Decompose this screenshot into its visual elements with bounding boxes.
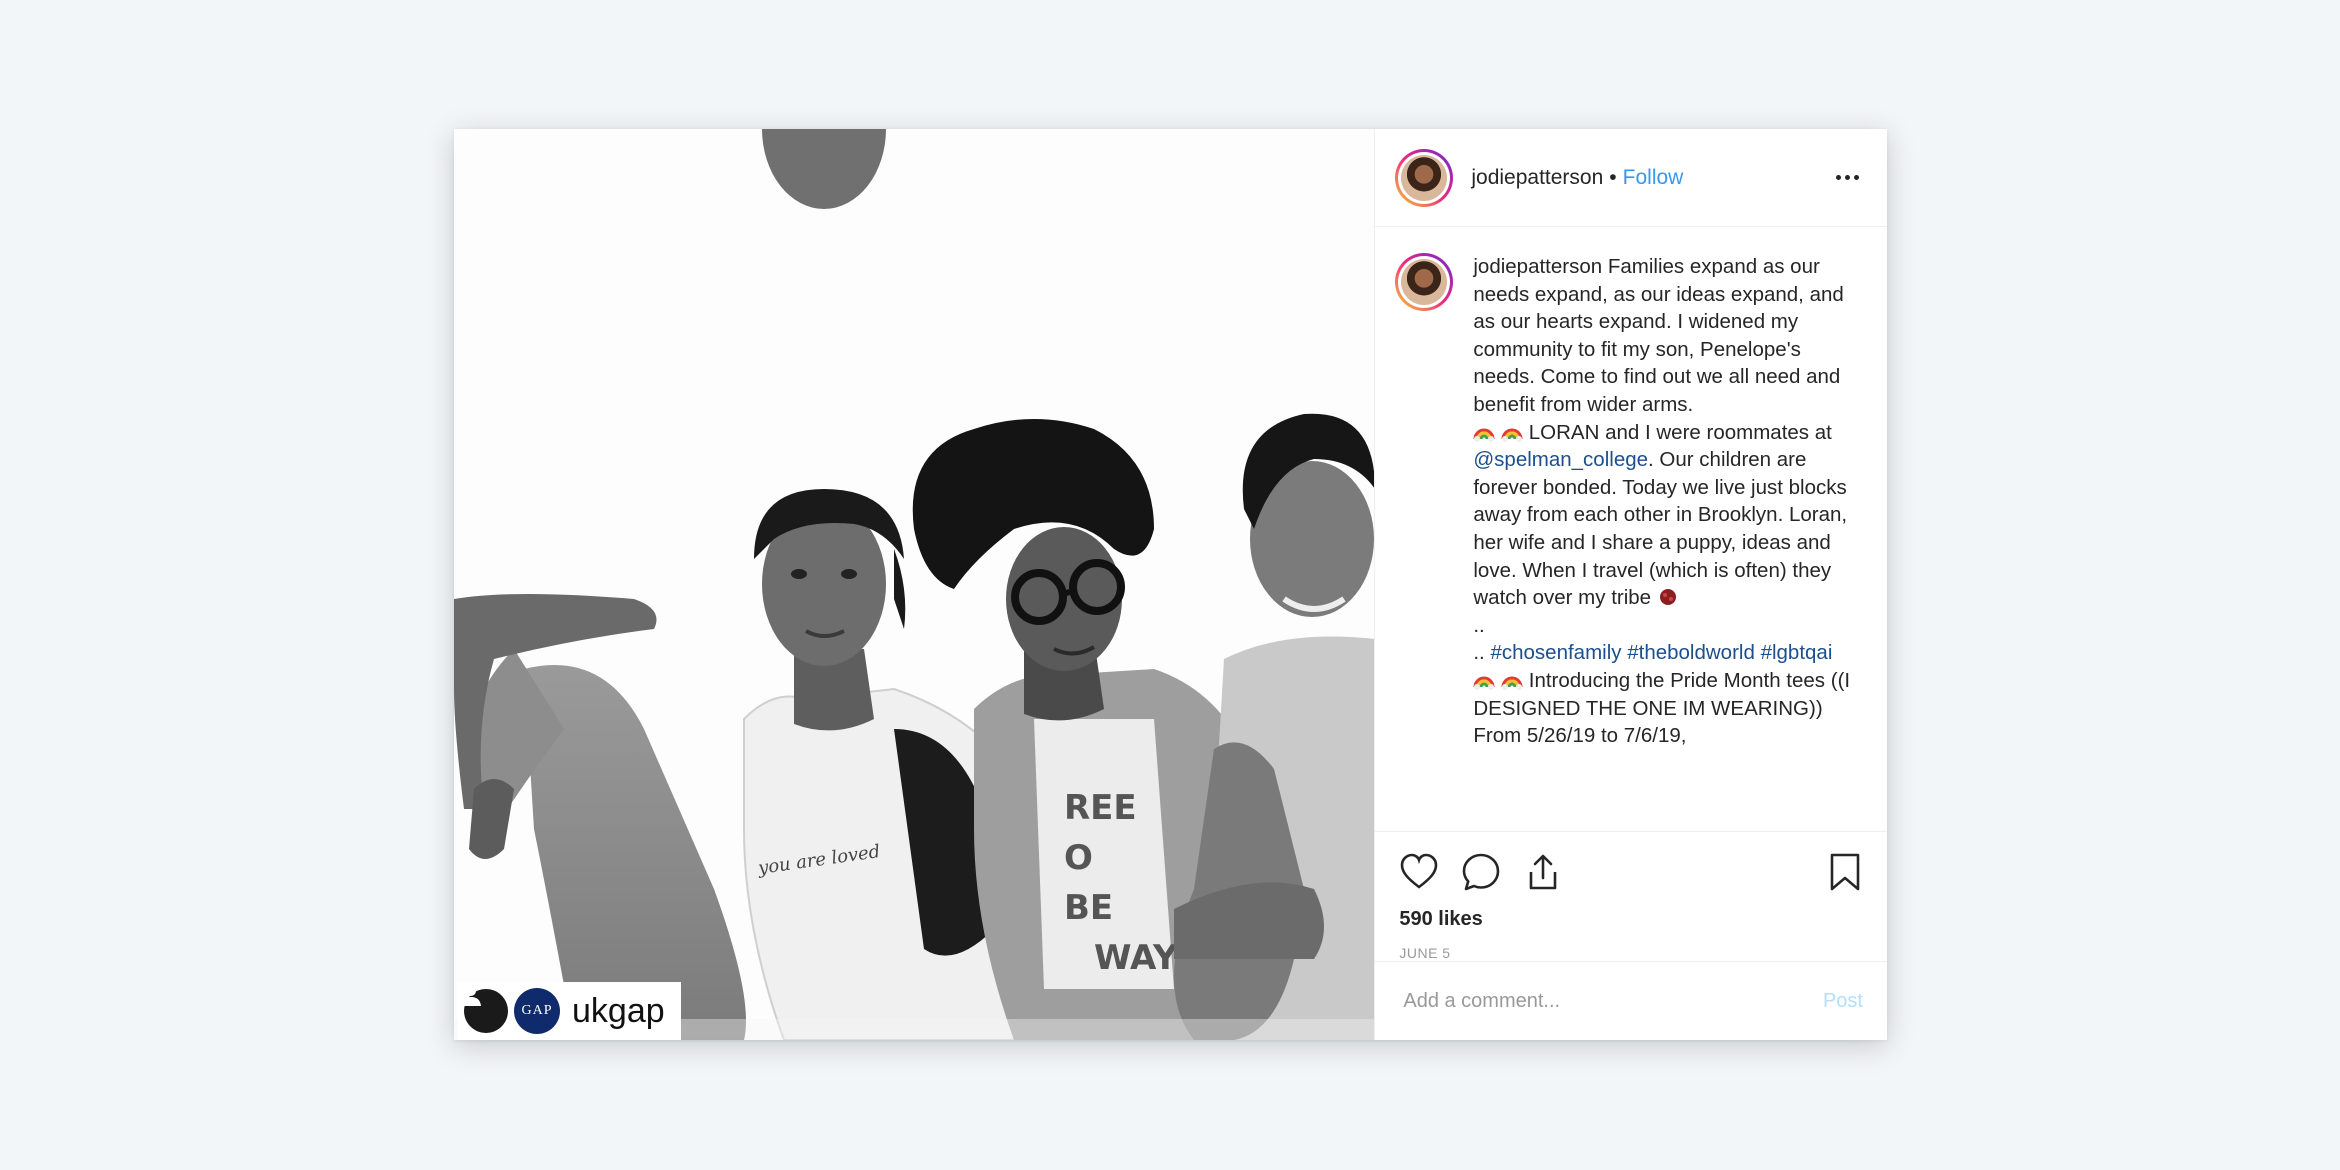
svg-text:BE: BE [1064,888,1113,928]
hashtag-link[interactable]: #lgbtqai [1761,641,1833,664]
mention-link[interactable]: @spelman_college [1473,448,1648,471]
rainbow-emoji-icon [1501,676,1523,690]
heart-icon[interactable] [1399,852,1439,892]
caption-dots2: .. [1473,641,1485,665]
post-sidebar: jodiepatterson • Follow jodiepatterson F… [1374,129,1887,1040]
photo-source-tag[interactable]: GAP ukgap [458,982,681,1040]
post-header: jodiepatterson • Follow [1375,129,1887,227]
source-account-name: ukgap [572,991,665,1030]
comment-input[interactable] [1401,988,1823,1014]
svg-text:REE: REE [1064,788,1137,828]
rainbow-emoji-icon [1473,428,1495,442]
hashtag-link[interactable]: #chosenfamily [1490,641,1621,664]
caption-section: jodiepatterson Families expand as our ne… [1375,227,1887,831]
comment-icon[interactable] [1461,852,1501,892]
user-icon [461,986,508,1033]
caption-avatar[interactable] [1395,253,1454,311]
caption-dots1: .. [1473,613,1485,637]
follow-button[interactable]: Follow [1623,166,1684,190]
svg-text:O: O [1064,838,1093,878]
likes-count[interactable]: 590 likes [1399,908,1863,931]
comment-bar: Post [1375,961,1887,1040]
author-username[interactable]: jodiepatterson [1471,166,1603,190]
caption-part3: . Our children are forever bonded. Today… [1473,448,1848,610]
instagram-post-card: you are loved REE O BE WAY GAP ukgap jod… [454,129,1887,1040]
bookmark-icon[interactable] [1827,852,1863,892]
caption-part4: Introducing the Pride Month tees ((I DES… [1473,668,1851,748]
family-photo-illustration: you are loved REE O BE WAY [454,129,1375,1040]
more-options-icon[interactable] [1836,175,1859,180]
action-icons-row [1399,850,1863,894]
gap-logo-icon: GAP [514,988,560,1034]
caption-part2: LORAN and I were roommates at [1528,420,1832,444]
post-photo[interactable]: you are loved REE O BE WAY GAP ukgap [454,129,1375,1040]
post-actions: 590 likes JUNE 5 [1375,831,1887,961]
post-comment-button[interactable]: Post [1823,990,1863,1013]
header-separator: • [1609,165,1617,189]
author-avatar[interactable] [1395,148,1454,207]
caption-text: jodiepatterson Families expand as our ne… [1473,253,1853,831]
caption-username[interactable]: jodiepatterson [1473,255,1602,278]
caption-part1: Families expand as our needs expand, as … [1473,255,1844,416]
rainbow-emoji-icon [1501,428,1523,442]
hashtag-link[interactable]: #theboldworld [1627,641,1755,664]
post-date[interactable]: JUNE 5 [1399,945,1863,961]
rainbow-emoji-icon [1473,676,1495,690]
share-icon[interactable] [1523,852,1563,892]
svg-text:WAY: WAY [1094,938,1178,978]
hug-emoji-icon [1659,589,1676,606]
